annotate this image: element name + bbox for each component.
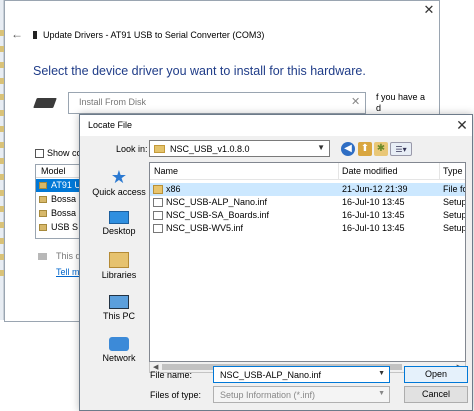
place-label: This PC [102, 311, 135, 321]
file-type: File fo [443, 184, 466, 194]
folder-icon [154, 145, 165, 153]
dialog-titlebar: Locate File ✕ [80, 115, 472, 136]
place-network[interactable]: Network [87, 337, 151, 363]
setup-file-icon [153, 198, 163, 207]
place-label: Network [102, 353, 136, 363]
column-type[interactable]: Type [443, 166, 463, 176]
files-of-type-select[interactable]: Setup Information (*.inf) ▼ [213, 386, 390, 403]
place-label: Libraries [101, 270, 137, 280]
back-icon[interactable]: ◀ [341, 142, 355, 156]
file-type: Setup [443, 210, 466, 220]
place-desktop[interactable]: Desktop [87, 211, 151, 236]
open-button[interactable]: Open [404, 366, 468, 383]
file-name: NSC_USB-WV5.inf [166, 223, 244, 233]
model-list-item[interactable]: AT91 U [36, 179, 80, 192]
close-icon[interactable]: ✕ [421, 3, 437, 17]
file-row[interactable]: NSC_USB-WV5.inf 16-Jul-10 13:45 Setup [150, 222, 465, 235]
folder-icon [153, 185, 163, 194]
wizard-have-disk-text: f you have a d [376, 92, 426, 113]
model-list-item-label: USB S [51, 222, 79, 232]
look-in-dropdown[interactable]: NSC_USB_v1.0.8.0 ▼ [149, 140, 330, 157]
chevron-down-icon: ▼ [317, 143, 325, 152]
setup-file-icon [153, 224, 163, 233]
wizard-title: Update Drivers - AT91 USB to Serial Conv… [43, 30, 265, 40]
file-row-folder[interactable]: x86 21-Jun-12 21:39 File fo [150, 183, 465, 196]
show-compatible-label: Show co [47, 148, 82, 158]
column-divider[interactable] [338, 163, 339, 180]
view-menu-icon[interactable]: ☰▾ [390, 142, 412, 156]
signature-icon [38, 253, 47, 260]
column-date-modified[interactable]: Date modified [342, 166, 398, 176]
dialog-title: Locate File [88, 120, 133, 130]
file-type: Setup [443, 223, 466, 233]
file-name: NSC_USB-ALP_Nano.inf [166, 197, 268, 207]
model-list-item-label: Bossa [51, 208, 77, 218]
model-list-item[interactable]: Bossa [36, 207, 80, 220]
model-list-item-label: AT91 U [51, 180, 81, 190]
file-row[interactable]: NSC_USB-SA_Boards.inf 16-Jul-10 13:45 Se… [150, 209, 465, 222]
file-name-input[interactable]: NSC_USB-ALP_Nano.inf ▼ [213, 366, 390, 383]
chevron-down-icon[interactable]: ▼ [378, 370, 385, 377]
driver-icon [39, 210, 47, 217]
column-divider[interactable] [439, 163, 440, 180]
place-label: Desktop [102, 226, 136, 236]
place-libraries[interactable]: Libraries [87, 252, 151, 280]
file-row[interactable]: NSC_USB-ALP_Nano.inf 16-Jul-10 13:45 Set… [150, 196, 465, 209]
file-name: NSC_USB-SA_Boards.inf [166, 210, 270, 220]
driver-icon [39, 196, 47, 203]
back-arrow-icon[interactable]: ← [11, 27, 23, 41]
network-icon [109, 337, 129, 351]
install-dialog-title: Install From Disk [79, 97, 147, 107]
model-list-item[interactable]: Bossa [36, 193, 80, 206]
column-name[interactable]: Name [154, 166, 178, 176]
file-date: 16-Jul-10 13:45 [342, 197, 405, 207]
model-list-header: Model [36, 165, 80, 178]
up-folder-icon[interactable]: ⬆ [358, 142, 372, 156]
setup-file-icon [153, 211, 163, 220]
file-list-header: Name Date modified Type [150, 163, 465, 180]
model-list-item-label: Bossa [51, 194, 77, 204]
file-date: 16-Jul-10 13:45 [342, 223, 405, 233]
close-icon[interactable]: ✕ [454, 117, 470, 133]
model-list[interactable]: Model AT91 U Bossa Bossa USB S [35, 164, 81, 239]
driver-icon [39, 224, 47, 231]
file-name-value: NSC_USB-ALP_Nano.inf [220, 370, 322, 380]
files-of-type-value: Setup Information (*.inf) [220, 390, 316, 400]
look-in-value: NSC_USB_v1.0.8.0 [170, 144, 250, 154]
file-date: 16-Jul-10 13:45 [342, 210, 405, 220]
place-quick-access[interactable]: ★ Quick access [87, 167, 151, 197]
libraries-icon [109, 252, 129, 268]
place-label: Quick access [92, 187, 146, 197]
places-bar: ★ Quick access Desktop Libraries This PC… [87, 163, 151, 371]
desktop-icon [109, 211, 129, 224]
cancel-button[interactable]: Cancel [404, 386, 468, 403]
computer-icon [109, 295, 129, 309]
model-list-item[interactable]: USB S [36, 221, 80, 234]
device-icon [33, 31, 37, 39]
hardware-icon [33, 98, 57, 108]
driver-icon [39, 182, 47, 189]
place-this-pc[interactable]: This PC [87, 295, 151, 321]
file-date: 21-Jun-12 21:39 [342, 184, 408, 194]
star-icon: ★ [110, 167, 128, 187]
file-name: x86 [166, 184, 181, 194]
file-name-label: File name: [150, 370, 193, 380]
locate-file-dialog: Locate File ✕ Look in: NSC_USB_v1.0.8.0 … [79, 114, 473, 411]
wizard-heading: Select the device driver you want to ins… [33, 64, 366, 78]
chevron-down-icon: ▼ [378, 390, 385, 397]
file-type: Setup [443, 197, 466, 207]
close-icon[interactable]: ✕ [351, 95, 360, 108]
look-in-label: Look in: [116, 144, 148, 154]
show-compatible-checkbox[interactable] [35, 149, 44, 158]
new-folder-icon[interactable]: ✱ [374, 142, 388, 156]
install-from-disk-dialog: Install From Disk ✕ [68, 92, 366, 114]
files-of-type-label: Files of type: [150, 390, 202, 400]
file-list[interactable]: Name Date modified Type x86 21-Jun-12 21… [149, 162, 466, 362]
